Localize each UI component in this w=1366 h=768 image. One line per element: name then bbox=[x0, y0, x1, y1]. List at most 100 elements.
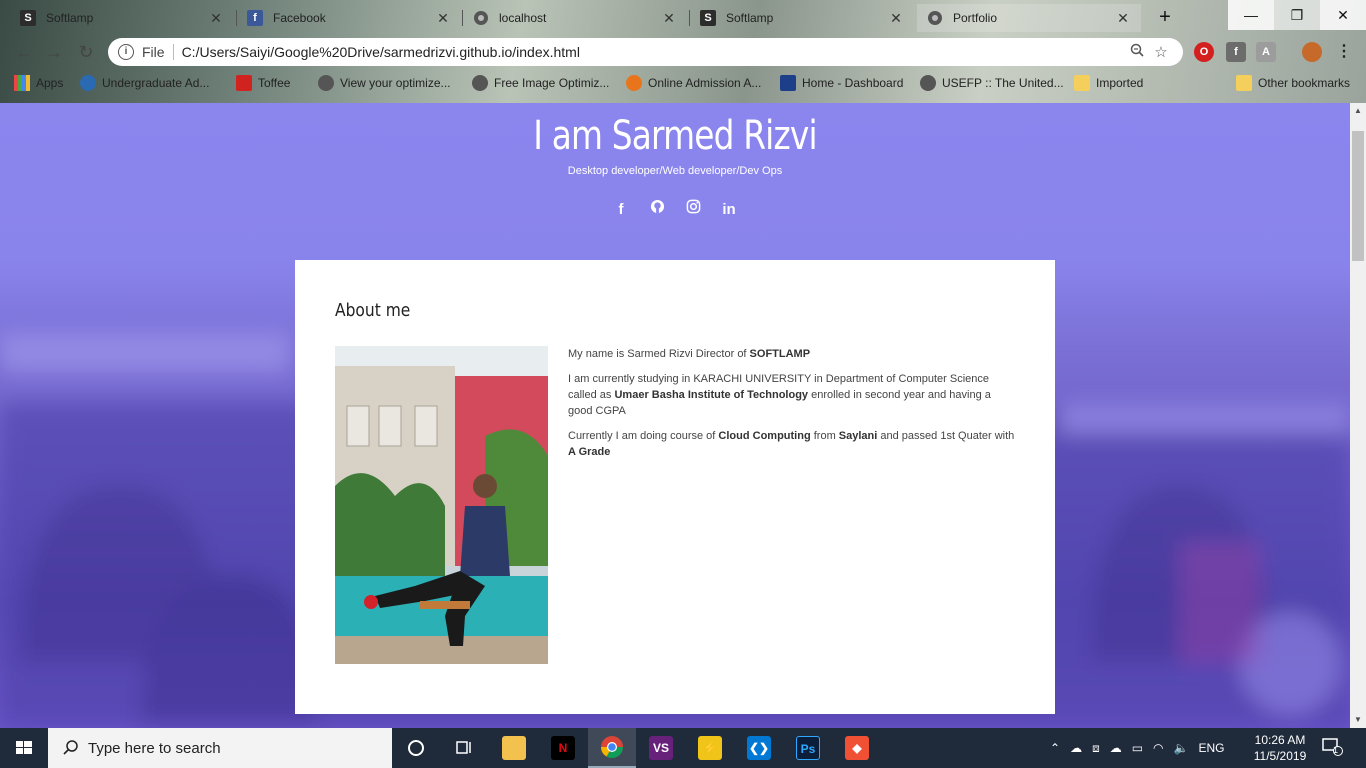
bookmark-apps[interactable]: Apps bbox=[14, 75, 63, 91]
bookmark-toffee[interactable]: Toffee bbox=[236, 75, 290, 91]
tab-title: localhost bbox=[499, 11, 547, 25]
window-close-button[interactable]: ✕ bbox=[1320, 0, 1366, 30]
task-view-icon[interactable] bbox=[440, 728, 488, 768]
netflix-icon[interactable]: N bbox=[539, 728, 587, 768]
facebook-extension-icon[interactable]: f bbox=[1226, 42, 1246, 62]
browser-toolbar: ← → ↻ i File C:/Users/Saiyi/Google%20Dri… bbox=[0, 36, 1366, 68]
close-icon[interactable]: ✕ bbox=[208, 10, 224, 27]
vscode-icon[interactable]: ❮❯ bbox=[735, 728, 783, 768]
clock-date: 11/5/2019 bbox=[1253, 749, 1307, 763]
battery-icon[interactable]: ▭ bbox=[1132, 741, 1143, 755]
tab-localhost[interactable]: localhost ✕ bbox=[463, 4, 687, 32]
pdf-extension-icon[interactable]: A bbox=[1256, 42, 1276, 62]
clock-time: 10:26 AM bbox=[1254, 733, 1306, 747]
globe-icon bbox=[473, 10, 489, 26]
tab-portfolio[interactable]: Portfolio ✕ bbox=[917, 4, 1141, 32]
clock[interactable]: 10:26 AM 11/5/2019 bbox=[1252, 732, 1308, 764]
scrollbar-thumb[interactable] bbox=[1352, 131, 1364, 261]
windows-taskbar: Type here to search N VS ⚡ ❮❯ Ps ◆ ⌃ ☁ ⧈… bbox=[0, 728, 1366, 768]
close-icon[interactable]: ✕ bbox=[1115, 10, 1131, 27]
address-bar[interactable]: i File C:/Users/Saiyi/Google%20Drive/sar… bbox=[108, 38, 1183, 66]
cortana-icon[interactable] bbox=[392, 728, 440, 768]
tab-facebook[interactable]: f Facebook ✕ bbox=[237, 4, 461, 32]
tab-strip: S Softlamp ✕ f Facebook ✕ localhost ✕ S … bbox=[0, 0, 1366, 34]
bookmark-free-image[interactable]: Free Image Optimiz... bbox=[472, 75, 609, 91]
close-icon[interactable]: ✕ bbox=[435, 10, 451, 27]
facebook-icon: f bbox=[247, 10, 263, 26]
bookmark-undergraduate[interactable]: Undergraduate Ad... bbox=[80, 75, 209, 91]
scroll-up-icon[interactable]: ▲ bbox=[1350, 103, 1366, 119]
reload-icon[interactable]: ↻ bbox=[74, 40, 98, 64]
wifi-icon[interactable]: ◠ bbox=[1153, 741, 1163, 755]
minimize-button[interactable]: — bbox=[1228, 0, 1274, 30]
page-subtitle: Desktop developer/Web developer/Dev Ops bbox=[567, 165, 783, 177]
folder-icon bbox=[1236, 75, 1252, 91]
file-explorer-icon[interactable] bbox=[490, 728, 538, 768]
bookmark-view-optimize[interactable]: View your optimize... bbox=[318, 75, 451, 91]
bookmark-imported[interactable]: Imported bbox=[1074, 75, 1143, 91]
site-icon bbox=[80, 75, 96, 91]
folder-icon bbox=[1074, 75, 1090, 91]
tab-softlamp-2[interactable]: S Softlamp ✕ bbox=[690, 4, 914, 32]
info-icon[interactable]: i bbox=[118, 44, 134, 60]
browser-chrome: S Softlamp ✕ f Facebook ✕ localhost ✕ S … bbox=[0, 0, 1366, 103]
linkedin-icon[interactable]: in bbox=[718, 199, 740, 221]
url-text[interactable]: C:/Users/Saiyi/Google%20Drive/sarmedrizv… bbox=[182, 44, 1125, 60]
hero-section: I am Sarmed Rizvi Desktop developer/Web … bbox=[0, 103, 1350, 177]
notification-center-icon[interactable]: 1 bbox=[1320, 736, 1344, 760]
site-icon bbox=[626, 75, 642, 91]
tab-title: Facebook bbox=[273, 11, 326, 25]
about-card: About me My name is Sarmed Rizvi Directo… bbox=[295, 260, 1055, 714]
profile-photo bbox=[335, 346, 548, 664]
forward-icon[interactable]: → bbox=[42, 40, 66, 64]
taskbar-search[interactable]: Type here to search bbox=[48, 728, 392, 768]
apps-icon bbox=[14, 75, 30, 91]
site-icon bbox=[780, 75, 796, 91]
dropbox-icon[interactable]: ⧈ bbox=[1092, 741, 1100, 756]
maximize-button[interactable]: ❐ bbox=[1274, 0, 1320, 30]
new-tab-button[interactable]: + bbox=[1152, 4, 1178, 30]
tab-title: Softlamp bbox=[46, 11, 94, 25]
scroll-down-icon[interactable]: ▼ bbox=[1350, 712, 1366, 728]
globe-icon bbox=[927, 10, 943, 26]
globe-icon bbox=[318, 75, 334, 91]
search-icon bbox=[63, 740, 78, 755]
tab-softlamp-1[interactable]: S Softlamp ✕ bbox=[10, 4, 234, 32]
tab-title: Softlamp bbox=[726, 11, 774, 25]
start-button[interactable] bbox=[0, 728, 48, 768]
onedrive-icon[interactable]: ☁ bbox=[1110, 741, 1122, 755]
volume-icon[interactable]: 🔈 bbox=[1174, 741, 1189, 755]
page-scrollbar[interactable]: ▲ ▼ bbox=[1350, 103, 1366, 728]
about-paragraph: I am currently studying in KARACHI UNIVE… bbox=[568, 373, 991, 417]
instagram-icon[interactable] bbox=[682, 199, 704, 221]
system-tray: ⌃ ☁ ⧈ ☁ ▭ ◠ 🔈 ENG bbox=[1045, 728, 1230, 768]
star-icon[interactable]: ☆ bbox=[1149, 43, 1173, 61]
github-icon[interactable] bbox=[646, 199, 668, 221]
bookmark-usefp[interactable]: USEFP :: The United... bbox=[920, 75, 1064, 91]
menu-icon[interactable]: ⋮ bbox=[1334, 42, 1354, 62]
bookmark-other[interactable]: Other bookmarks bbox=[1236, 75, 1350, 91]
softlamp-icon: S bbox=[700, 10, 716, 26]
chrome-icon[interactable] bbox=[588, 728, 636, 768]
chevron-up-icon[interactable]: ⌃ bbox=[1050, 741, 1060, 755]
facebook-icon[interactable]: f bbox=[610, 199, 632, 221]
about-heading: About me bbox=[335, 300, 411, 321]
zoom-icon[interactable] bbox=[1125, 43, 1149, 61]
opera-extension-icon[interactable]: O bbox=[1194, 42, 1214, 62]
language-indicator[interactable]: ENG bbox=[1198, 741, 1224, 755]
bookmark-online-admission[interactable]: Online Admission A... bbox=[626, 75, 761, 91]
about-text: My name is Sarmed Rizvi Director of SOFT… bbox=[568, 346, 1018, 469]
visual-studio-icon[interactable]: VS bbox=[637, 728, 685, 768]
dev-tool-icon[interactable]: ⚡ bbox=[686, 728, 734, 768]
close-icon[interactable]: ✕ bbox=[661, 10, 677, 27]
cloud-icon[interactable]: ☁ bbox=[1070, 741, 1082, 755]
bookmark-home-dashboard[interactable]: Home - Dashboard bbox=[780, 75, 903, 91]
notification-badge: 1 bbox=[1333, 745, 1339, 755]
search-placeholder: Type here to search bbox=[88, 739, 221, 757]
back-icon[interactable]: ← bbox=[12, 40, 36, 64]
close-icon[interactable]: ✕ bbox=[888, 10, 904, 27]
photoshop-icon[interactable]: Ps bbox=[784, 728, 832, 768]
softlamp-icon: S bbox=[20, 10, 36, 26]
git-icon[interactable]: ◆ bbox=[833, 728, 881, 768]
profile-avatar[interactable] bbox=[1302, 42, 1322, 62]
